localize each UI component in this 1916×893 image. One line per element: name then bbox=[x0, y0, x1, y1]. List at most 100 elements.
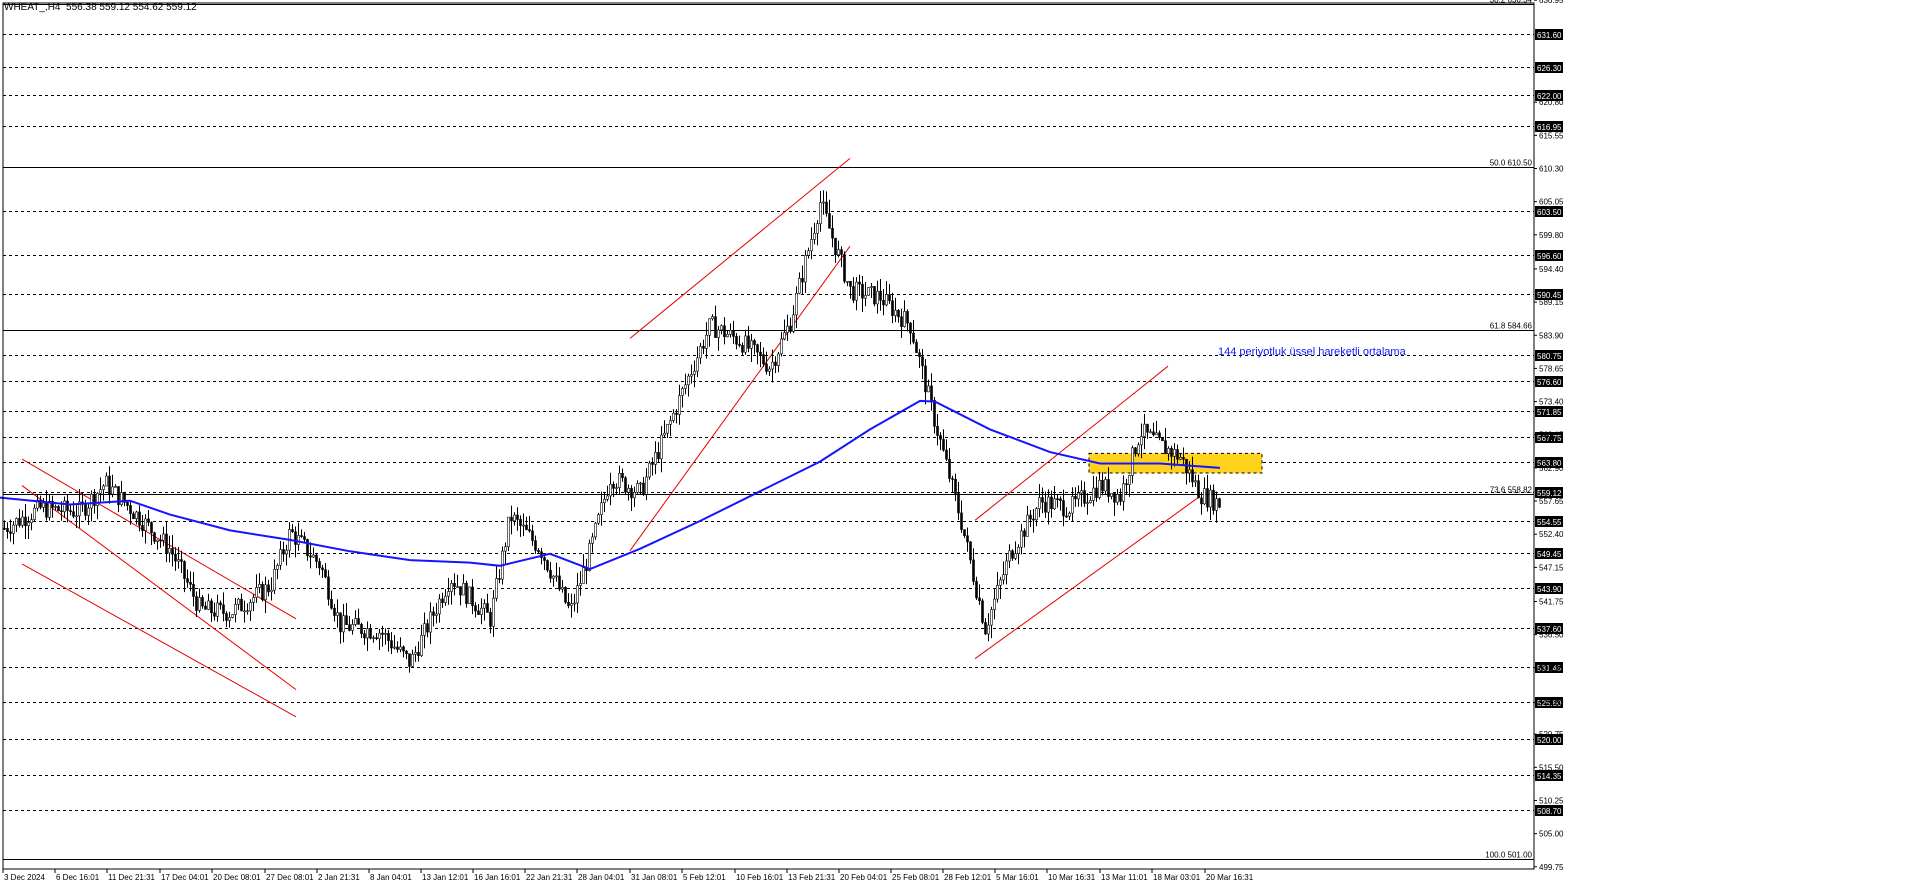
candle bbox=[156, 539, 159, 550]
candle bbox=[1008, 544, 1011, 569]
candle bbox=[330, 590, 333, 610]
candle bbox=[1110, 493, 1113, 500]
y-tick-label: 505.00 bbox=[1539, 830, 1564, 839]
candle bbox=[513, 512, 516, 526]
candle-body bbox=[42, 502, 45, 508]
candle-body bbox=[768, 368, 771, 372]
candle bbox=[678, 384, 681, 425]
candle-body bbox=[255, 587, 258, 598]
candle-body bbox=[336, 612, 339, 616]
candle bbox=[963, 529, 966, 539]
candle bbox=[492, 590, 495, 638]
candle bbox=[780, 331, 783, 357]
candle bbox=[1092, 475, 1095, 507]
candle bbox=[465, 580, 468, 608]
candle-body bbox=[840, 249, 843, 255]
candle-body bbox=[936, 426, 939, 436]
candle bbox=[369, 623, 372, 640]
candle bbox=[267, 579, 270, 597]
candle-body bbox=[999, 579, 1002, 586]
candle bbox=[183, 560, 186, 593]
y-tick-label: 568.15 bbox=[1539, 431, 1564, 440]
candle-body bbox=[561, 586, 564, 590]
candle bbox=[852, 277, 855, 304]
candle bbox=[117, 486, 120, 513]
candle bbox=[648, 460, 651, 480]
level-label: 596.60 bbox=[1535, 250, 1563, 261]
x-tick-label: 16 Jan 16:01 bbox=[474, 873, 521, 882]
candle-body bbox=[738, 343, 741, 346]
candle-body bbox=[813, 232, 816, 240]
candle-body bbox=[228, 617, 231, 621]
candle-body bbox=[927, 385, 930, 393]
candle bbox=[996, 571, 999, 603]
candle bbox=[483, 599, 486, 621]
candle-body bbox=[486, 603, 489, 613]
candle bbox=[300, 529, 303, 538]
candle bbox=[990, 606, 993, 639]
candle-body bbox=[942, 439, 945, 451]
candle-body bbox=[1110, 493, 1113, 497]
candle bbox=[222, 592, 225, 622]
candle-body bbox=[744, 335, 747, 353]
candle bbox=[366, 621, 369, 652]
candle-body bbox=[1098, 480, 1101, 498]
candle-body bbox=[780, 338, 783, 355]
candle-body bbox=[723, 325, 726, 338]
candle bbox=[261, 581, 264, 602]
candle bbox=[1200, 491, 1203, 515]
candle bbox=[750, 333, 753, 362]
candle-body bbox=[666, 424, 669, 434]
candle bbox=[900, 308, 903, 338]
candle-body bbox=[1029, 514, 1032, 520]
candle bbox=[651, 457, 654, 476]
candle bbox=[1104, 476, 1107, 495]
candle bbox=[1218, 497, 1221, 509]
candle-body bbox=[831, 228, 834, 239]
candle bbox=[906, 309, 909, 332]
candle bbox=[180, 550, 183, 574]
candle-body bbox=[321, 567, 324, 571]
candle bbox=[312, 547, 315, 558]
x-tick-label: 18 Mar 03:01 bbox=[1153, 873, 1201, 882]
candle-body bbox=[297, 535, 300, 545]
candle bbox=[21, 510, 24, 528]
candle bbox=[861, 275, 864, 312]
candle bbox=[969, 540, 972, 564]
candle-body bbox=[249, 602, 252, 612]
candle bbox=[957, 481, 960, 520]
candle-body bbox=[141, 525, 144, 531]
candle-body bbox=[588, 543, 591, 571]
candle-body bbox=[696, 357, 699, 372]
candle bbox=[231, 614, 234, 619]
candle bbox=[1143, 413, 1146, 450]
candle-body bbox=[165, 533, 168, 554]
y-tick-label: 594.40 bbox=[1539, 265, 1564, 274]
candle bbox=[759, 342, 762, 368]
candle bbox=[429, 602, 432, 645]
candle-body bbox=[828, 213, 831, 229]
candle bbox=[9, 519, 12, 542]
candle-body bbox=[363, 633, 366, 639]
candle bbox=[81, 493, 84, 512]
candle bbox=[396, 641, 399, 653]
candle bbox=[375, 633, 378, 641]
candle-body bbox=[84, 503, 87, 516]
candle-body bbox=[1113, 493, 1116, 503]
candle bbox=[573, 593, 576, 612]
candle-body bbox=[801, 278, 804, 283]
candle-body bbox=[351, 624, 354, 631]
candle-body bbox=[384, 632, 387, 635]
candle-body bbox=[447, 591, 450, 597]
candle bbox=[357, 608, 360, 625]
candle-body bbox=[63, 500, 66, 513]
candle-body bbox=[1179, 457, 1182, 460]
candle bbox=[456, 574, 459, 588]
candle-body bbox=[1158, 432, 1161, 439]
candle-body bbox=[369, 628, 372, 639]
candle bbox=[558, 567, 561, 592]
candle-body bbox=[1122, 483, 1125, 502]
candle bbox=[399, 637, 402, 653]
price-chart[interactable]: 38.2 636.34 50.0 610.50 61.8 584.66 73.6 55… bbox=[0, 0, 1916, 888]
candle-body bbox=[1047, 496, 1050, 513]
